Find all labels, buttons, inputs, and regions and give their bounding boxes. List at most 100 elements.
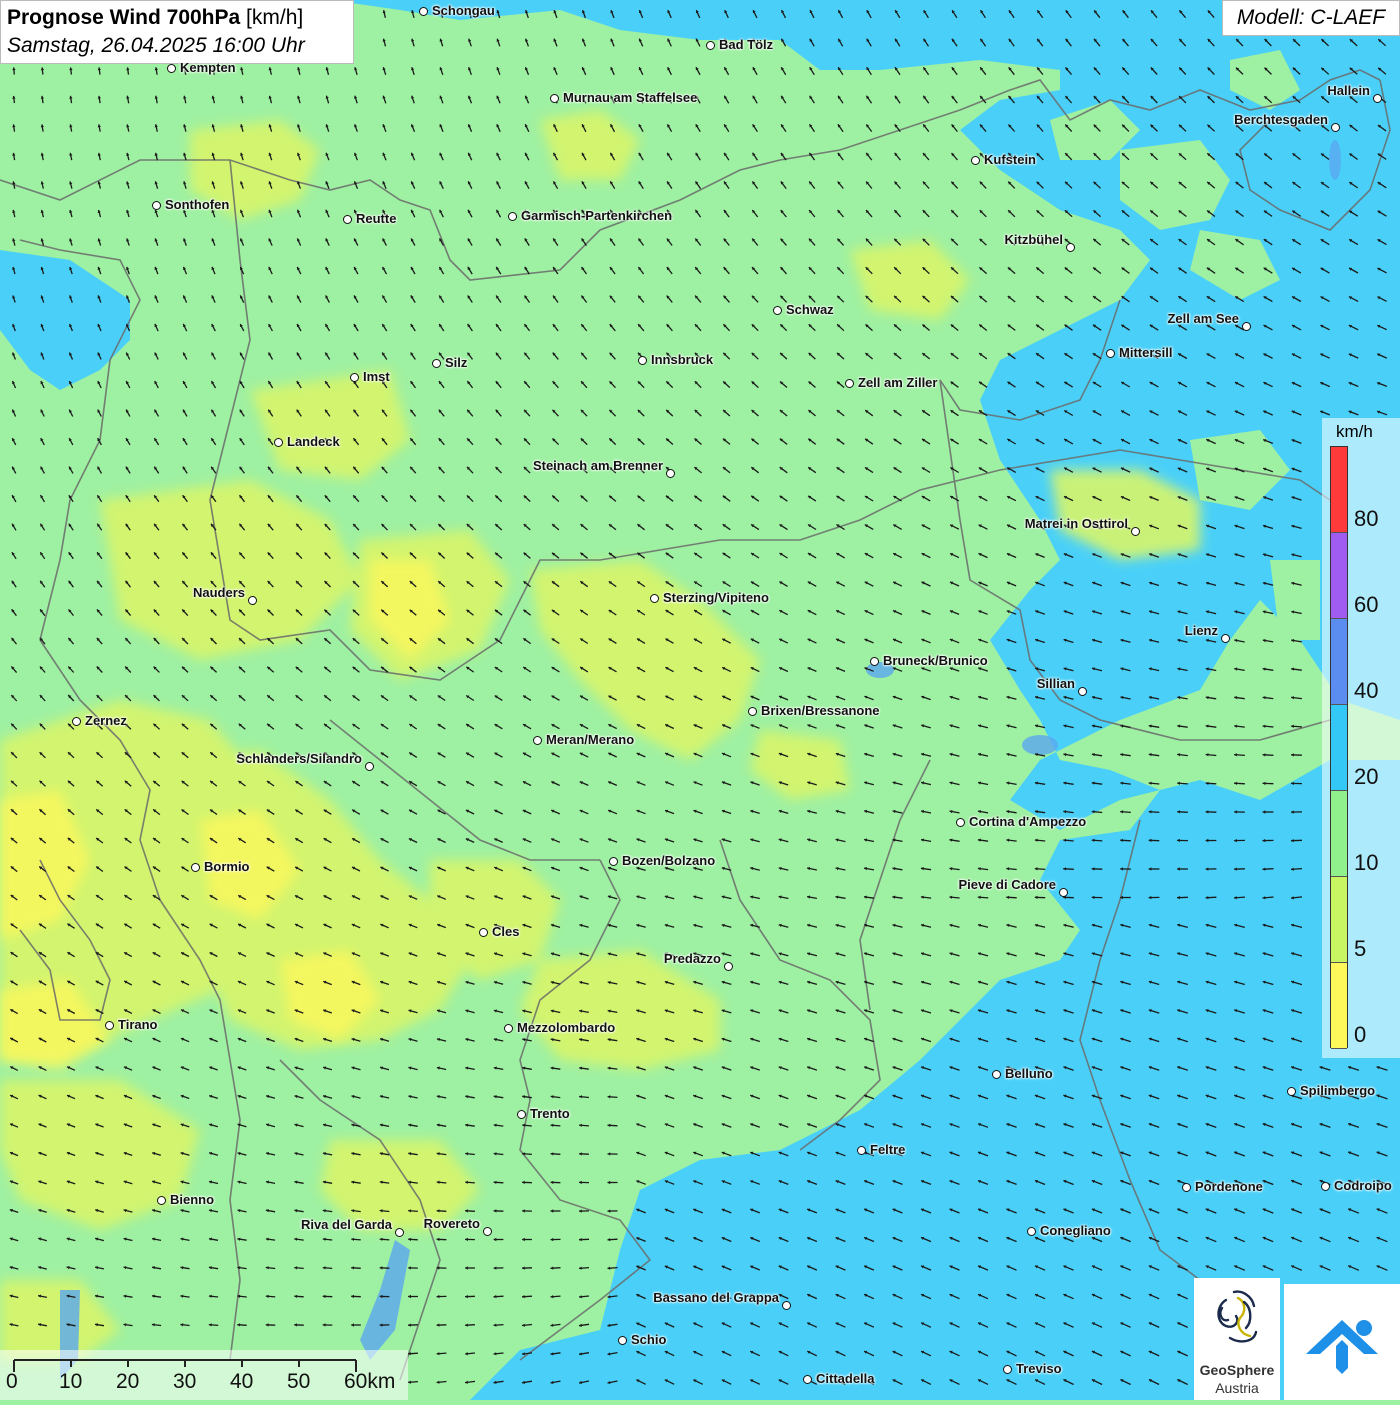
city-marker[interactable] bbox=[618, 1336, 627, 1345]
city-label: Imst bbox=[363, 369, 390, 384]
city-marker[interactable] bbox=[748, 707, 757, 716]
scale-label: 40 bbox=[230, 1370, 253, 1394]
app-logo[interactable] bbox=[1284, 1284, 1400, 1400]
legend-unit: km/h bbox=[1336, 422, 1373, 442]
legend-label: 20 bbox=[1354, 764, 1378, 790]
forecast-datetime: Samstag, 26.04.2025 16:00 Uhr bbox=[7, 32, 347, 60]
city-label: Silz bbox=[445, 355, 467, 370]
city-marker[interactable] bbox=[1321, 1182, 1330, 1191]
city-marker[interactable] bbox=[105, 1021, 114, 1030]
city-marker[interactable] bbox=[1106, 349, 1115, 358]
city-label: Conegliano bbox=[1040, 1223, 1111, 1238]
city-label: Sonthofen bbox=[165, 197, 229, 212]
city-marker[interactable] bbox=[1182, 1183, 1191, 1192]
city-marker[interactable] bbox=[395, 1228, 404, 1237]
scale-bar: 0102030405060km bbox=[0, 1350, 408, 1400]
city-marker[interactable] bbox=[956, 818, 965, 827]
legend-swatch bbox=[1331, 447, 1347, 533]
city-label: Zernez bbox=[85, 713, 127, 728]
city-marker[interactable] bbox=[724, 962, 733, 971]
city-label: Predazzo bbox=[664, 951, 721, 966]
city-label: Meran/Merano bbox=[546, 732, 634, 747]
city-marker[interactable] bbox=[504, 1024, 513, 1033]
city-marker[interactable] bbox=[191, 863, 200, 872]
city-marker[interactable] bbox=[248, 596, 257, 605]
title-box: Prognose Wind 700hPa [km/h] Samstag, 26.… bbox=[0, 0, 354, 64]
city-marker[interactable] bbox=[432, 359, 441, 368]
city-marker[interactable] bbox=[517, 1110, 526, 1119]
city-label: Bad Tölz bbox=[719, 37, 773, 52]
city-marker[interactable] bbox=[773, 306, 782, 315]
city-marker[interactable] bbox=[650, 594, 659, 603]
city-marker[interactable] bbox=[72, 717, 81, 726]
city-label: Murnau am Staffelsee bbox=[563, 90, 697, 105]
city-label: Garmisch-Partenkirchen bbox=[521, 208, 672, 223]
city-label: Matrei in Osttirol bbox=[1025, 516, 1128, 531]
city-marker[interactable] bbox=[479, 928, 488, 937]
logo-sub: Austria bbox=[1194, 1380, 1280, 1396]
city-label: Sillian bbox=[1037, 676, 1075, 691]
city-label: Kufstein bbox=[984, 152, 1036, 167]
scale-label: 30 bbox=[173, 1370, 196, 1394]
city-label: Zell am Ziller bbox=[858, 375, 937, 390]
city-label: Kitzbühel bbox=[1005, 232, 1064, 247]
city-marker[interactable] bbox=[782, 1301, 791, 1310]
city-marker[interactable] bbox=[365, 762, 374, 771]
city-label: Schio bbox=[631, 1332, 666, 1347]
city-marker[interactable] bbox=[609, 857, 618, 866]
city-marker[interactable] bbox=[1131, 527, 1140, 536]
city-marker[interactable] bbox=[419, 7, 428, 16]
city-label: Rovereto bbox=[424, 1216, 480, 1231]
city-marker[interactable] bbox=[508, 212, 517, 221]
city-marker[interactable] bbox=[1221, 634, 1230, 643]
city-label: Schwaz bbox=[786, 302, 834, 317]
scale-label: 0 bbox=[6, 1370, 18, 1394]
legend-swatch bbox=[1331, 619, 1347, 705]
city-marker[interactable] bbox=[483, 1227, 492, 1236]
city-marker[interactable] bbox=[666, 469, 675, 478]
city-marker[interactable] bbox=[1078, 687, 1087, 696]
city-label: Hallein bbox=[1327, 83, 1370, 98]
city-marker[interactable] bbox=[1242, 322, 1251, 331]
city-marker[interactable] bbox=[992, 1070, 1001, 1079]
city-label: Mittersill bbox=[1119, 345, 1172, 360]
scale-label: 20 bbox=[116, 1370, 139, 1394]
city-marker[interactable] bbox=[706, 41, 715, 50]
city-label: Cortina d'Ampezzo bbox=[969, 814, 1086, 829]
model-label: Modell: C-LAEF bbox=[1222, 0, 1400, 36]
city-marker[interactable] bbox=[274, 438, 283, 447]
city-marker[interactable] bbox=[1066, 243, 1075, 252]
city-marker[interactable] bbox=[152, 201, 161, 210]
city-label: Tirano bbox=[118, 1017, 158, 1032]
city-label: Schlanders/Silandro bbox=[236, 751, 362, 766]
legend-label: 0 bbox=[1354, 1022, 1366, 1048]
city-marker[interactable] bbox=[550, 94, 559, 103]
city-marker[interactable] bbox=[638, 356, 647, 365]
city-marker[interactable] bbox=[157, 1196, 166, 1205]
city-marker[interactable] bbox=[1027, 1227, 1036, 1236]
city-label: Nauders bbox=[193, 585, 245, 600]
city-marker[interactable] bbox=[1059, 888, 1068, 897]
city-label: Trento bbox=[530, 1106, 570, 1121]
legend-swatch bbox=[1331, 963, 1347, 1049]
city-marker[interactable] bbox=[1331, 123, 1340, 132]
city-marker[interactable] bbox=[971, 156, 980, 165]
city-marker[interactable] bbox=[845, 379, 854, 388]
city-marker[interactable] bbox=[803, 1375, 812, 1384]
city-marker[interactable] bbox=[350, 373, 359, 382]
geosphere-logo[interactable]: GeoSphere Austria bbox=[1194, 1278, 1280, 1400]
city-marker[interactable] bbox=[1287, 1087, 1296, 1096]
geosphere-logo-icon bbox=[1194, 1278, 1280, 1362]
city-marker[interactable] bbox=[167, 64, 176, 73]
city-label: Brixen/Bressanone bbox=[761, 703, 880, 718]
city-marker[interactable] bbox=[533, 736, 542, 745]
city-marker[interactable] bbox=[1373, 94, 1382, 103]
city-marker[interactable] bbox=[1003, 1365, 1012, 1374]
scale-label: 60km bbox=[344, 1370, 395, 1394]
city-marker[interactable] bbox=[857, 1146, 866, 1155]
city-label: Steinach am Brenner bbox=[533, 458, 663, 473]
legend-swatch bbox=[1331, 705, 1347, 791]
city-marker[interactable] bbox=[343, 215, 352, 224]
city-label: Cles bbox=[492, 924, 519, 939]
city-marker[interactable] bbox=[870, 657, 879, 666]
